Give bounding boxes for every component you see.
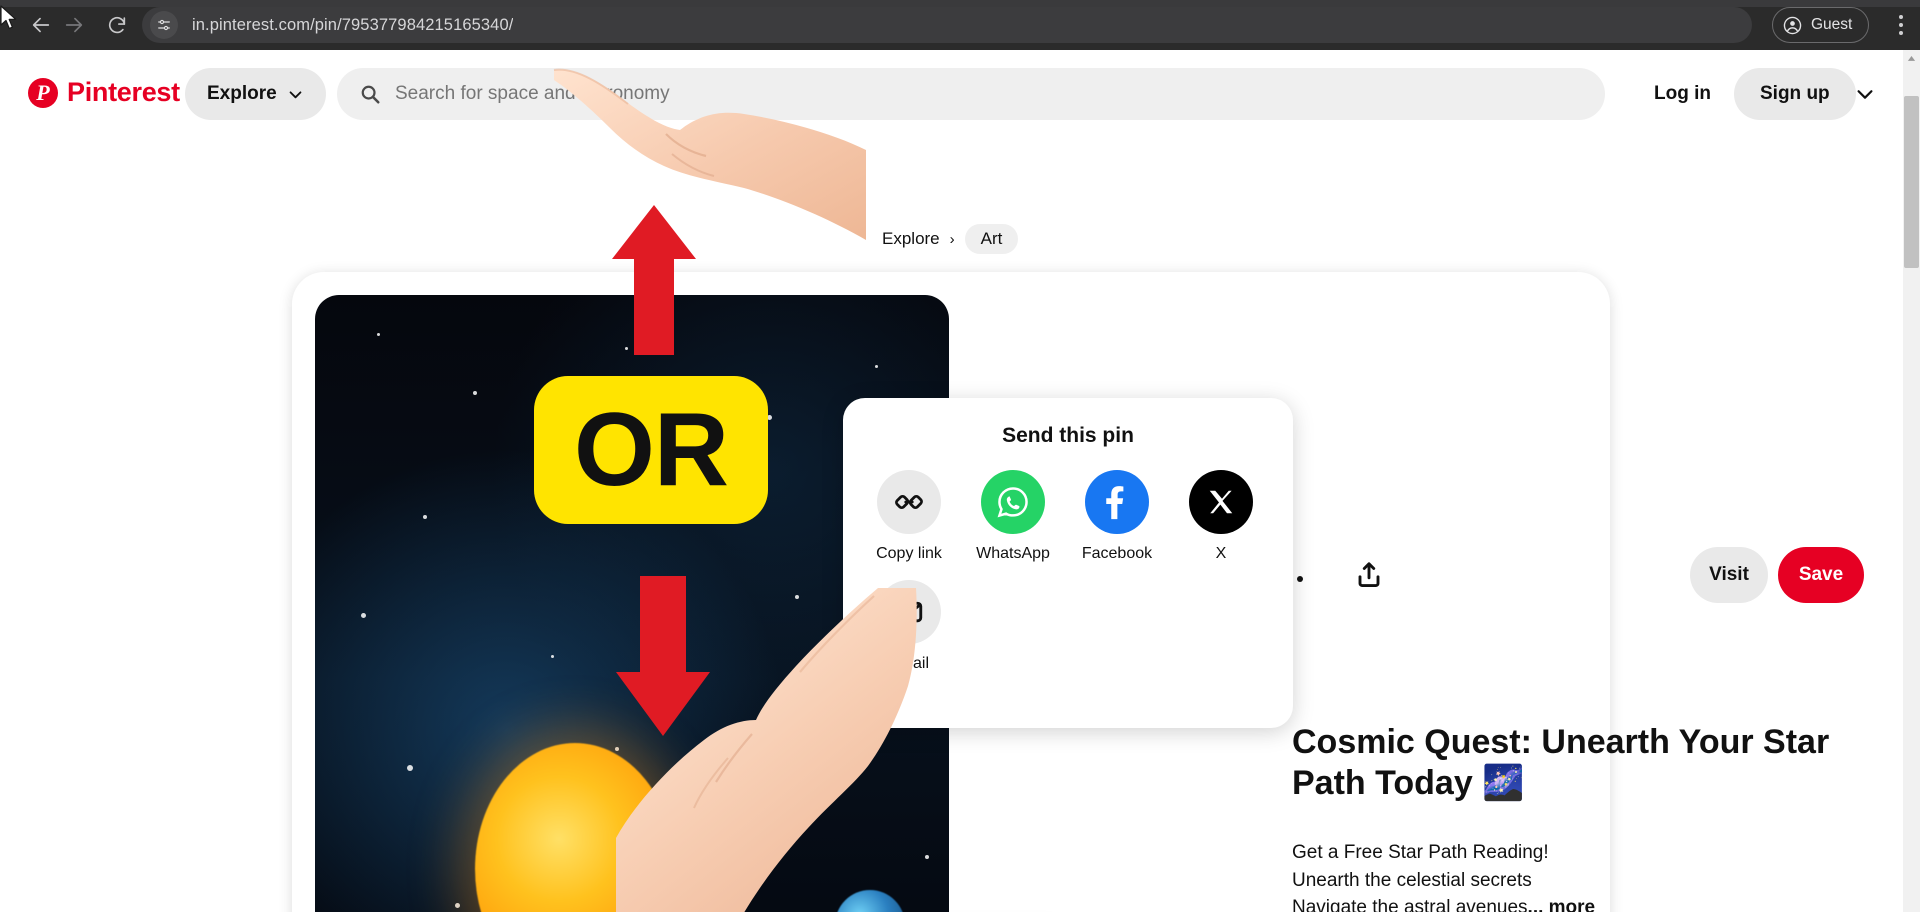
pin-description-line: Get a Free Star Path Reading!: [1292, 842, 1549, 863]
explore-button[interactable]: Explore: [185, 68, 326, 120]
pin-actions-row: Visit Save: [1267, 547, 1887, 607]
star-speck: [551, 655, 554, 658]
star-speck: [875, 365, 878, 368]
pin-description: Get a Free Star Path Reading! Unearth th…: [1292, 839, 1892, 912]
header-more-button[interactable]: [1848, 82, 1882, 106]
login-label: Log in: [1654, 83, 1711, 104]
breadcrumb: Explore › Art: [882, 224, 1019, 254]
browser-menu-button[interactable]: [1889, 9, 1913, 41]
share-options-row-2: Email: [865, 580, 1275, 673]
or-badge-annotation: OR: [534, 376, 768, 524]
address-bar-url: in.pinterest.com/pin/795377984215165340/: [192, 15, 514, 34]
breadcrumb-art[interactable]: Art: [964, 224, 1019, 254]
whatsapp-circle: [981, 470, 1045, 534]
browser-profile-button[interactable]: Guest: [1772, 7, 1870, 43]
browser-profile-label: Guest: [1811, 16, 1853, 33]
star-speck: [377, 333, 380, 336]
pinterest-logo-text: Pinterest: [67, 77, 180, 107]
pin-title: Cosmic Quest: Unearth Your Star Path Tod…: [1292, 723, 1830, 803]
explore-label: Explore: [207, 83, 277, 104]
login-button[interactable]: Log in: [1640, 68, 1725, 120]
save-button[interactable]: Save: [1778, 547, 1864, 603]
tune-icon: [158, 19, 170, 31]
menu-dot: [1899, 15, 1903, 19]
page-viewport: P Pinterest Explore Log in Sign up: [0, 50, 1920, 912]
share-option-label: Facebook: [1081, 545, 1153, 562]
star-speck: [423, 515, 427, 519]
scrollbar-thumb[interactable]: [1904, 96, 1919, 268]
share-option-facebook[interactable]: Facebook: [1073, 470, 1161, 563]
reload-icon: [108, 16, 126, 34]
account-circle-icon: [1783, 16, 1802, 34]
forward-arrow-icon: [65, 17, 83, 33]
chevron-down-icon: [1857, 90, 1873, 99]
link-icon: [895, 494, 923, 510]
x-circle: [1189, 470, 1253, 534]
pinterest-logo[interactable]: P Pinterest: [28, 77, 180, 108]
share-options-row-1: Copy link WhatsApp Facebook X: [865, 470, 1275, 563]
menu-dot: [1899, 23, 1903, 27]
share-option-label: Copy link: [876, 545, 942, 562]
send-pin-title: Send this pin: [1002, 424, 1134, 447]
save-label: Save: [1798, 564, 1844, 585]
pin-description-line: Navigate the astral avenues: [1292, 897, 1528, 912]
facebook-circle: [1085, 470, 1149, 534]
signup-button[interactable]: Sign up: [1734, 68, 1856, 120]
star-speck: [455, 903, 460, 908]
facebook-icon: [1106, 486, 1124, 520]
or-badge-label: OR: [574, 391, 729, 508]
browser-reload-button[interactable]: [100, 8, 134, 42]
star-speck: [473, 391, 477, 395]
pointing-hand-annotation-lower: [616, 588, 917, 912]
share-option-copy-link[interactable]: Copy link: [865, 470, 953, 563]
scrollbar-up-arrow[interactable]: [1903, 50, 1920, 67]
copy-link-circle: [877, 470, 941, 534]
pin-description-more-link[interactable]: ... more: [1528, 897, 1596, 912]
back-arrow-icon: [32, 17, 50, 33]
visit-button[interactable]: Visit: [1690, 547, 1768, 603]
more-dot: [1297, 576, 1303, 582]
page-scrollbar[interactable]: [1903, 50, 1920, 912]
site-settings-icon[interactable]: [150, 11, 178, 39]
caret-up-icon: [1907, 55, 1916, 61]
browser-chrome: in.pinterest.com/pin/795377984215165340/…: [0, 0, 1920, 50]
star-speck: [361, 613, 366, 618]
pointing-hand-annotation-top: [553, 68, 866, 240]
star-speck: [407, 765, 413, 771]
search-icon: [361, 85, 380, 104]
signup-label: Sign up: [1760, 83, 1830, 104]
menu-dot: [1899, 31, 1903, 35]
visit-label: Visit: [1709, 564, 1749, 585]
share-option-label: X: [1215, 545, 1227, 562]
x-icon: [1209, 490, 1233, 514]
browser-back-button[interactable]: [24, 8, 58, 42]
search-bar[interactable]: [337, 68, 1605, 120]
pin-share-button[interactable]: [1347, 553, 1391, 597]
pinterest-header: P Pinterest Explore Log in Sign up: [0, 50, 1903, 134]
address-bar[interactable]: in.pinterest.com/pin/795377984215165340/: [142, 7, 1752, 43]
browser-tabstrip: [0, 0, 1920, 7]
share-option-whatsapp[interactable]: WhatsApp: [969, 470, 1057, 563]
breadcrumb-separator-icon: ›: [949, 230, 955, 248]
share-option-x[interactable]: X: [1177, 470, 1265, 563]
share-upload-icon: [1358, 562, 1380, 587]
browser-forward-button[interactable]: [57, 8, 91, 42]
chevron-down-icon: [289, 90, 302, 98]
pin-description-line: Unearth the celestial secrets: [1292, 869, 1532, 891]
share-option-label: WhatsApp: [976, 545, 1050, 562]
pinterest-logo-icon: P: [28, 77, 58, 108]
breadcrumb-explore[interactable]: Explore: [882, 229, 940, 249]
whatsapp-icon: [997, 487, 1028, 518]
